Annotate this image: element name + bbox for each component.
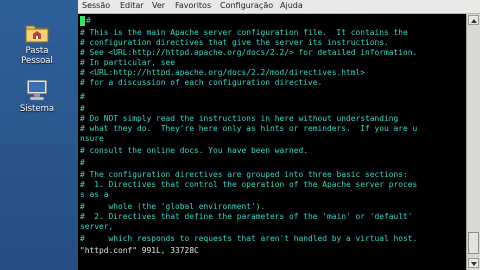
terminal-line: # — [80, 92, 85, 101]
text-cursor — [80, 16, 85, 26]
terminal-line: # Do NOT simply read the instructions in… — [80, 114, 399, 123]
terminal-line: # what they do. They're here only as hin… — [80, 124, 418, 133]
arrow-down-icon — [471, 262, 477, 266]
menu-ajuda[interactable]: Ajuda — [280, 1, 303, 10]
menu-configuracao[interactable]: Configuração — [220, 1, 273, 10]
terminal-line: # In particular, see — [80, 58, 176, 67]
terminal-line: # configuration directives that give the… — [80, 38, 389, 47]
status-line: "httpd.conf" 991L, 33728C — [80, 246, 199, 255]
desktop: Pasta Pessoal Sistema — [0, 0, 78, 270]
home-folder-icon — [25, 25, 49, 43]
terminal-line: # 2. Directives that define the paramete… — [80, 212, 413, 221]
desktop-icon-pasta-pessoal[interactable]: Pasta Pessoal — [4, 20, 70, 66]
terminal-line: # 1. Directives that control the operati… — [80, 180, 418, 189]
desktop-icon-label: Sistema — [19, 104, 55, 114]
terminal-line: # for a discussion of each configuration… — [80, 78, 323, 87]
terminal-line: # consult the online docs. You have been… — [80, 146, 309, 155]
terminal-line: # — [80, 158, 85, 167]
terminal-line: nsure — [80, 134, 104, 143]
terminal-line: # This is the main Apache server configu… — [80, 28, 408, 37]
arrow-up-icon — [471, 19, 477, 23]
menu-sessao[interactable]: Sessão — [82, 1, 110, 10]
scrollbar-thumb[interactable] — [468, 232, 479, 254]
terminal-line: s as a — [80, 190, 109, 199]
terminal-line: server, — [80, 222, 114, 231]
computer-icon — [26, 79, 48, 101]
terminal-window: Sessão Editar Ver Favoritos Configuração… — [78, 0, 480, 270]
menu-favoritos[interactable]: Favoritos — [175, 1, 211, 10]
terminal-line: # — [86, 16, 91, 25]
menu-editar[interactable]: Editar — [120, 1, 144, 10]
desktop-icon-label: Pessoal — [21, 56, 53, 66]
terminal-line: # <URL:http://httpd.apache.org/docs/2.2/… — [80, 68, 366, 77]
terminal-line: # See <URL:http://httpd.apache.org/docs/… — [80, 48, 418, 57]
terminal-line: # The configuration directives are group… — [80, 170, 408, 179]
menubar: Sessão Editar Ver Favoritos Configuração… — [78, 0, 480, 14]
terminal-output[interactable]: # # This is the main Apache server confi… — [80, 16, 466, 268]
desktop-icon-label: Pasta — [25, 46, 49, 56]
scroll-up-button[interactable] — [468, 15, 479, 25]
terminal-line: # — [80, 104, 85, 113]
desktop-icon-sistema[interactable]: Sistema — [4, 78, 70, 114]
scroll-down-button[interactable] — [468, 258, 479, 268]
terminal-line: # whole (the 'global environment'). — [80, 202, 266, 211]
terminal-line: # which responds to requests that aren't… — [80, 234, 418, 243]
menu-ver[interactable]: Ver — [152, 1, 165, 10]
